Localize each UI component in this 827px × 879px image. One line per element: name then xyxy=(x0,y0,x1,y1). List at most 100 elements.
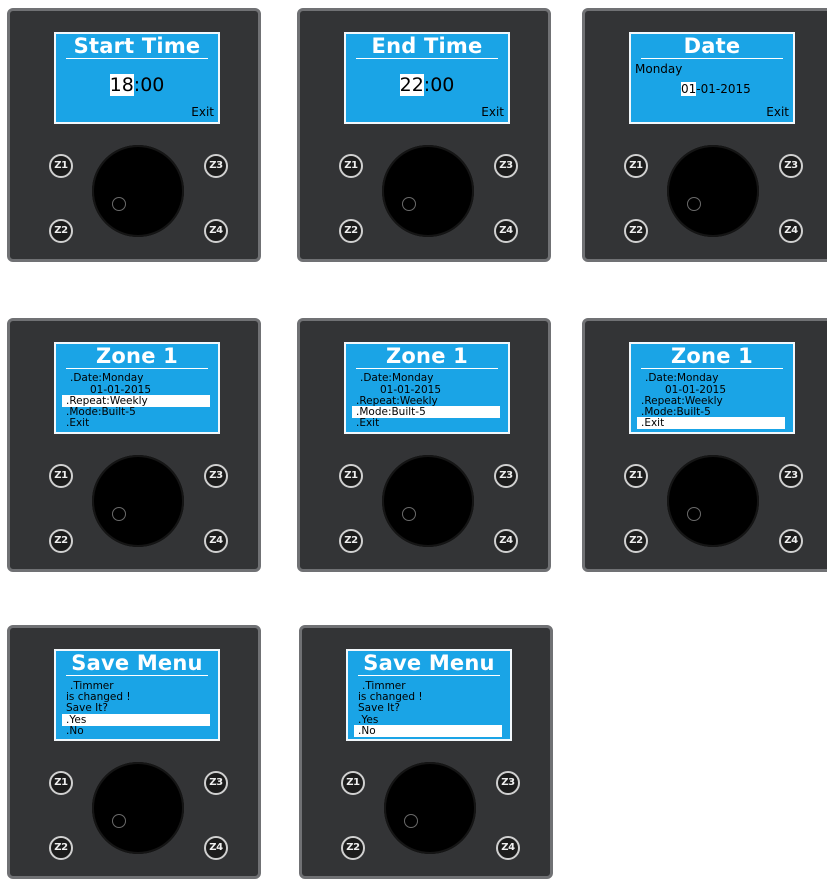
knob-indicator xyxy=(402,507,416,521)
z1-button[interactable]: Z1 xyxy=(49,771,73,795)
rotary-knob[interactable] xyxy=(92,762,184,854)
time-value: 22:00 xyxy=(346,74,508,96)
z1-button[interactable]: Z1 xyxy=(49,464,73,488)
knob-indicator xyxy=(687,507,701,521)
title-underline xyxy=(641,58,783,59)
screen-title: Save Menu xyxy=(363,651,495,675)
z3-button[interactable]: Z3 xyxy=(204,771,228,795)
rotary-knob[interactable] xyxy=(667,455,759,547)
z3-button[interactable]: Z3 xyxy=(779,464,803,488)
lcd-screen: Zone 1 .Date:Monday 01-01-2015 .Repeat:W… xyxy=(54,342,220,434)
z4-button[interactable]: Z4 xyxy=(494,219,518,243)
start-time-panel: Start Time 18:00 Exit Z1 Z2 Z3 Z4 xyxy=(7,8,261,262)
knob-indicator xyxy=(687,197,701,211)
z2-button[interactable]: Z2 xyxy=(624,219,648,243)
exit-option[interactable]: Exit xyxy=(191,106,214,119)
exit-option[interactable]: Exit xyxy=(481,106,504,119)
minutes-field[interactable]: 00 xyxy=(140,74,164,96)
title-underline xyxy=(356,368,498,369)
z3-button[interactable]: Z3 xyxy=(494,154,518,178)
z3-button[interactable]: Z3 xyxy=(779,154,803,178)
z4-button[interactable]: Z4 xyxy=(204,219,228,243)
title-underline xyxy=(641,368,783,369)
menu-item-date[interactable]: .Date:Monday xyxy=(70,372,143,384)
title-underline xyxy=(66,368,208,369)
minutes-field[interactable]: 00 xyxy=(430,74,454,96)
month-year-field[interactable]: -01-2015 xyxy=(696,82,750,96)
knob-indicator xyxy=(112,507,126,521)
lcd-screen: Date Monday 01-01-2015 Exit xyxy=(629,32,795,124)
menu-item-date[interactable]: .Date:Monday xyxy=(645,372,718,384)
end-time-panel: End Time 22:00 Exit Z1 Z2 Z3 Z4 xyxy=(297,8,551,262)
screen-title: Zone 1 xyxy=(386,344,468,368)
menu-item-exit[interactable]: .Exit xyxy=(641,417,664,429)
day-field[interactable]: 01 xyxy=(681,82,697,96)
rotary-knob[interactable] xyxy=(382,145,474,237)
selection-highlight xyxy=(354,725,502,737)
z2-button[interactable]: Z2 xyxy=(49,836,73,860)
zone-menu-mode-panel: Zone 1 .Date:Monday 01-01-2015 .Repeat:W… xyxy=(297,318,551,572)
title-underline xyxy=(66,675,208,676)
lcd-screen: Zone 1 .Date:Monday 01-01-2015 .Repeat:W… xyxy=(344,342,510,434)
z3-button[interactable]: Z3 xyxy=(496,771,520,795)
z4-button[interactable]: Z4 xyxy=(204,836,228,860)
z4-button[interactable]: Z4 xyxy=(779,529,803,553)
title-underline xyxy=(358,675,500,676)
z1-button[interactable]: Z1 xyxy=(339,464,363,488)
z4-button[interactable]: Z4 xyxy=(204,529,228,553)
z1-button[interactable]: Z1 xyxy=(624,464,648,488)
screen-title: Zone 1 xyxy=(671,344,753,368)
lcd-screen: Save Menu .Timmer is changed ! Save It? … xyxy=(346,649,512,741)
knob-indicator xyxy=(402,197,416,211)
lcd-screen: End Time 22:00 Exit xyxy=(344,32,510,124)
z3-button[interactable]: Z3 xyxy=(494,464,518,488)
menu-item-exit[interactable]: .Exit xyxy=(356,417,379,429)
z4-button[interactable]: Z4 xyxy=(779,219,803,243)
rotary-knob[interactable] xyxy=(92,455,184,547)
date-value: 01-01-2015 xyxy=(681,82,751,96)
lcd-screen: Zone 1 .Date:Monday 01-01-2015 .Repeat:W… xyxy=(629,342,795,434)
rotary-knob[interactable] xyxy=(382,455,474,547)
save-menu-no-panel: Save Menu .Timmer is changed ! Save It? … xyxy=(299,625,553,879)
z1-button[interactable]: Z1 xyxy=(624,154,648,178)
zone-menu-exit-panel: Zone 1 .Date:Monday 01-01-2015 .Repeat:W… xyxy=(582,318,827,572)
z2-button[interactable]: Z2 xyxy=(49,219,73,243)
date-panel: Date Monday 01-01-2015 Exit Z1 Z2 Z3 Z4 xyxy=(582,8,827,262)
z4-button[interactable]: Z4 xyxy=(496,836,520,860)
screen-title: Zone 1 xyxy=(96,344,178,368)
zone-menu-repeat-panel: Zone 1 .Date:Monday 01-01-2015 .Repeat:W… xyxy=(7,318,261,572)
rotary-knob[interactable] xyxy=(92,145,184,237)
option-no[interactable]: .No xyxy=(358,725,376,737)
z3-button[interactable]: Z3 xyxy=(204,464,228,488)
z2-button[interactable]: Z2 xyxy=(341,836,365,860)
z4-button[interactable]: Z4 xyxy=(494,529,518,553)
z1-button[interactable]: Z1 xyxy=(341,771,365,795)
message-save-prompt: Save It? xyxy=(358,702,400,714)
z1-button[interactable]: Z1 xyxy=(339,154,363,178)
knob-indicator xyxy=(404,814,418,828)
lcd-screen: Start Time 18:00 Exit xyxy=(54,32,220,124)
knob-indicator xyxy=(112,814,126,828)
message-save-prompt: Save It? xyxy=(66,702,108,714)
lcd-screen: Save Menu .Timmer is changed ! Save It? … xyxy=(54,649,220,741)
hours-field[interactable]: 18 xyxy=(109,74,134,96)
z2-button[interactable]: Z2 xyxy=(624,529,648,553)
knob-indicator xyxy=(112,197,126,211)
screen-title: End Time xyxy=(371,34,483,58)
z2-button[interactable]: Z2 xyxy=(339,219,363,243)
z3-button[interactable]: Z3 xyxy=(204,154,228,178)
title-underline xyxy=(356,58,498,59)
option-no[interactable]: .No xyxy=(66,725,84,737)
weekday-text[interactable]: Monday xyxy=(635,62,682,76)
screen-title: Date xyxy=(683,34,741,58)
screen-title: Start Time xyxy=(73,34,201,58)
exit-option[interactable]: Exit xyxy=(766,106,789,119)
hours-field[interactable]: 22 xyxy=(399,74,424,96)
rotary-knob[interactable] xyxy=(667,145,759,237)
menu-item-date[interactable]: .Date:Monday xyxy=(360,372,433,384)
rotary-knob[interactable] xyxy=(384,762,476,854)
z1-button[interactable]: Z1 xyxy=(49,154,73,178)
menu-item-exit[interactable]: .Exit xyxy=(66,417,89,429)
z2-button[interactable]: Z2 xyxy=(49,529,73,553)
z2-button[interactable]: Z2 xyxy=(339,529,363,553)
